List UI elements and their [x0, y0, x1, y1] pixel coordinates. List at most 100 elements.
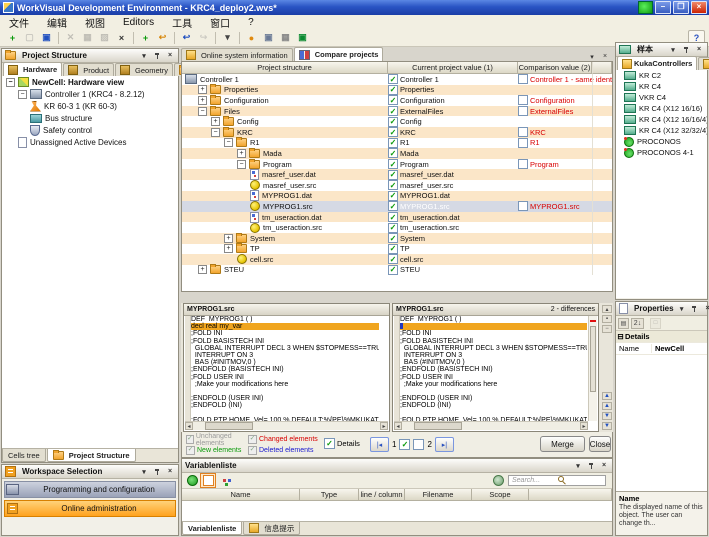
add-element-icon[interactable]: + — [138, 31, 153, 45]
checkbox-unchecked[interactable] — [518, 106, 528, 116]
checkbox-checked[interactable]: ✓ — [388, 170, 398, 180]
property-pages-icon[interactable]: □ — [650, 318, 661, 329]
expander-icon[interactable]: − — [237, 160, 246, 169]
legend-checkbox[interactable]: ✓ — [248, 435, 257, 444]
chevron-down-icon[interactable]: ▾ — [668, 45, 678, 54]
checkbox-checked[interactable]: ✓ — [388, 106, 398, 116]
monitor-icon[interactable]: ▣ — [295, 31, 310, 45]
checkbox-unchecked[interactable] — [518, 127, 528, 137]
checkbox-checked[interactable]: ✓ — [388, 265, 398, 275]
collapse-all-icon[interactable]: − — [602, 325, 612, 333]
catalog-item[interactable]: KR C2 — [616, 70, 707, 81]
variables-button[interactable] — [216, 473, 232, 488]
restore-button[interactable]: ❐ — [673, 1, 689, 14]
checkbox-unchecked[interactable] — [518, 201, 528, 211]
details-checkbox[interactable]: ✓ — [324, 438, 335, 449]
catalog-item[interactable]: KR C4 (X12 16/16/4) — [616, 114, 707, 125]
tree-item[interactable]: −Controller 1 (KRC4 - 8.2.12) — [2, 88, 178, 100]
minimize-button[interactable]: – — [655, 1, 671, 14]
scroll-left-icon[interactable]: ◂ — [394, 422, 402, 430]
table-row[interactable]: +STEU✓STEU — [182, 265, 612, 276]
debug-icon[interactable]: ▦ — [278, 31, 293, 45]
next-diff-icon[interactable]: ▼ — [602, 412, 612, 420]
scroll-left-icon[interactable]: ◂ — [185, 422, 193, 430]
catalog-item[interactable]: KR C4 — [616, 81, 707, 92]
last-diff-icon[interactable]: ▼ — [602, 422, 612, 430]
table-row[interactable]: +Mada✓Mada — [182, 148, 612, 159]
menu-item[interactable]: ? — [239, 15, 263, 29]
close-panel-icon[interactable]: × — [694, 45, 704, 54]
checkbox-checked[interactable]: ✓ — [388, 244, 398, 254]
prev-diff-icon[interactable]: ▲ — [602, 402, 612, 410]
pin-icon[interactable] — [586, 461, 596, 470]
chevron-down-icon[interactable]: ▾ — [677, 304, 687, 313]
menu-item[interactable]: Editors — [114, 15, 163, 29]
first-diff-icon[interactable]: ▲ — [602, 392, 612, 400]
checkbox-checked[interactable]: ✓ — [388, 254, 398, 264]
checkbox-unchecked[interactable] — [518, 138, 528, 148]
column-header[interactable]: Name — [182, 489, 300, 501]
checkbox-checked[interactable]: ✓ — [388, 201, 398, 211]
tab-other-catalog[interactable] — [698, 57, 709, 70]
merge-button[interactable]: Merge — [540, 436, 585, 452]
deploy-icon[interactable]: ▣ — [261, 31, 276, 45]
close-panel-icon[interactable]: × — [599, 461, 609, 470]
filter-button[interactable] — [200, 473, 216, 488]
table-row[interactable]: +Config✓Config — [182, 116, 612, 127]
doc-tab-online-system-information[interactable]: Online system information — [181, 48, 293, 61]
catalog-item[interactable]: PROCONOS — [616, 136, 707, 147]
tree-item[interactable]: KR 60-3 1 (KR 60-3) — [2, 100, 178, 112]
properties-group-row[interactable]: ⊟ Details — [616, 331, 707, 343]
tab-kukacontrollers[interactable]: KukaControllers — [617, 56, 697, 70]
column-header[interactable]: Scope — [472, 489, 529, 501]
property-value[interactable]: NewCell — [652, 344, 707, 353]
checkbox-checked[interactable]: ✓ — [388, 138, 398, 148]
expander-icon[interactable]: + — [198, 96, 207, 105]
property-row[interactable]: NameNewCell — [616, 343, 707, 355]
column-header[interactable]: Project structure — [182, 62, 388, 74]
menu-item[interactable]: 文件 — [0, 15, 38, 29]
right-code-editor[interactable]: DEF MYPROG1 ( );FOLD INI;FOLD BASISTECH … — [400, 316, 587, 421]
checkbox-checked[interactable]: ✓ — [388, 148, 398, 158]
table-row[interactable]: +Configuration✓ConfigurationConfiguratio… — [182, 95, 612, 106]
checkbox-checked[interactable]: ✓ — [388, 223, 398, 233]
column-header[interactable]: Filename — [405, 489, 472, 501]
menu-item[interactable]: 工具 — [163, 15, 201, 29]
checkbox-unchecked[interactable] — [518, 159, 528, 169]
checkbox-checked[interactable]: ✓ — [388, 117, 398, 127]
catalog-item[interactable]: VKR C4 — [616, 92, 707, 103]
legend-checkbox[interactable]: ✓ — [248, 446, 257, 455]
install-icon[interactable]: ● — [244, 31, 259, 45]
bottom-tab[interactable]: 信息提示 — [243, 522, 300, 535]
column-header[interactable]: Current project value (1) — [388, 62, 518, 74]
checkbox-checked[interactable]: ✓ — [388, 233, 398, 243]
expander-icon[interactable]: + — [198, 265, 207, 274]
left-code-editor[interactable]: DEF MYPROG1 ( )decl real my_var;FOLD INI… — [191, 316, 379, 421]
workspace-item[interactable]: Online administration — [4, 500, 176, 517]
doc-chevron-down-icon[interactable]: ▾ — [587, 52, 597, 61]
tree-item[interactable]: −NewCell: Hardware view — [2, 76, 178, 88]
revert-icon[interactable]: ↩ — [155, 31, 170, 45]
bottom-tab-project-structure[interactable]: Project Structure — [47, 449, 136, 462]
tree-item[interactable]: Bus structure — [2, 112, 178, 124]
catalog-item[interactable]: KR C4 (X12 16/16) — [616, 103, 707, 114]
table-row[interactable]: −Files✓ExternalFilesExternalFiles — [182, 106, 612, 117]
expander-icon[interactable]: + — [198, 85, 207, 94]
chevron-down-icon[interactable]: ▾ — [139, 467, 149, 476]
checkbox-checked[interactable]: ✓ — [388, 95, 398, 105]
table-row[interactable]: −KRC✓KRCKRC — [182, 127, 612, 138]
categorize-icon[interactable]: ▤ — [618, 318, 629, 329]
new-file-icon[interactable]: + — [5, 31, 20, 45]
column-header[interactable]: Type — [300, 489, 359, 501]
tab-hardware[interactable]: Hardware — [3, 62, 62, 76]
close-button[interactable]: × — [691, 1, 707, 14]
catalog-item[interactable]: KR C4 (X12 32/32/4) — [616, 125, 707, 136]
details-toggle[interactable]: ✓ Details — [324, 438, 360, 449]
refresh-button[interactable] — [184, 473, 200, 488]
checkbox-checked[interactable]: ✓ — [388, 191, 398, 201]
checkbox-checked[interactable]: ✓ — [388, 180, 398, 190]
tree-item[interactable]: Unassigned Active Devices — [2, 136, 178, 148]
doc-close-icon[interactable]: × — [600, 52, 610, 61]
expander-icon[interactable]: + — [237, 149, 246, 158]
right-hscrollbar[interactable]: ◂ ▸ — [394, 421, 588, 430]
